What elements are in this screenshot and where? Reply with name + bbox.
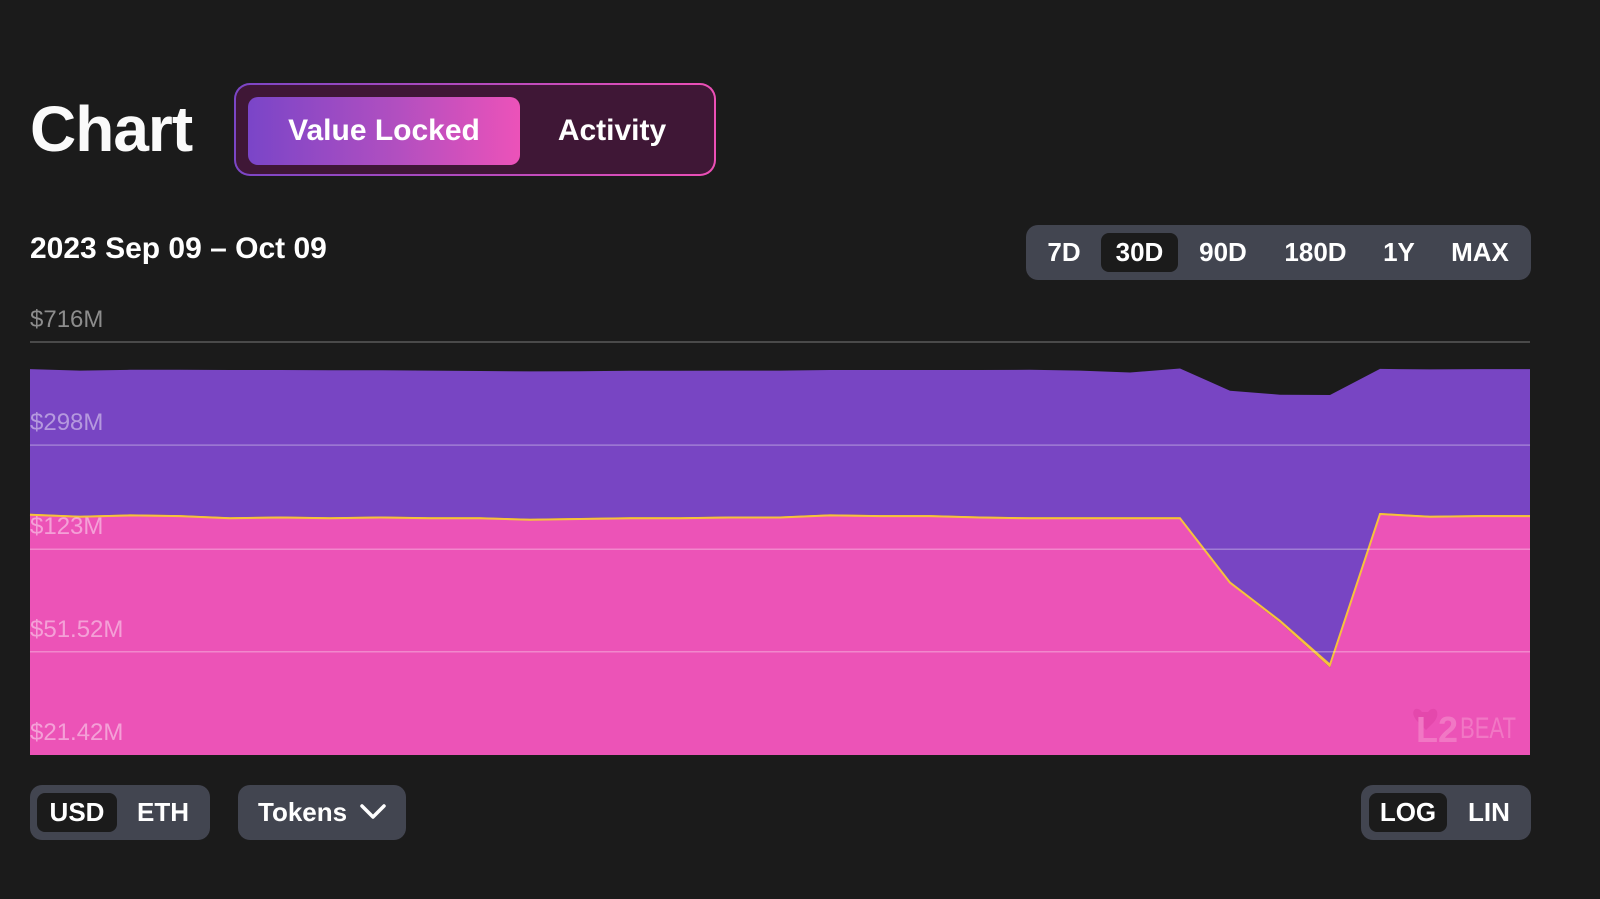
currency-eth[interactable]: ETH bbox=[123, 793, 203, 832]
chevron-down-icon bbox=[360, 804, 386, 819]
time-range-switch: 7D 30D 90D 180D 1Y MAX bbox=[1026, 225, 1531, 280]
tokens-dropdown[interactable]: Tokens bbox=[238, 785, 406, 840]
tab-activity[interactable]: Activity bbox=[526, 97, 698, 165]
tab-value-locked[interactable]: Value Locked bbox=[248, 97, 520, 165]
scale-switch: LOG LIN bbox=[1361, 785, 1531, 840]
range-90d[interactable]: 90D bbox=[1186, 233, 1260, 272]
logo-l2: L2 bbox=[1416, 709, 1458, 750]
currency-switch: USD ETH bbox=[30, 785, 210, 840]
range-180d[interactable]: 180D bbox=[1271, 233, 1360, 272]
chart-type-switch: Value Locked Activity bbox=[234, 83, 716, 176]
date-range: 2023 Sep 09 – Oct 09 bbox=[30, 232, 327, 265]
y-tick-label: $298M bbox=[30, 409, 104, 437]
y-tick-label: $123M bbox=[30, 513, 104, 541]
y-tick-label: $51.52M bbox=[30, 615, 124, 643]
range-1y[interactable]: 1Y bbox=[1371, 233, 1427, 272]
range-30d[interactable]: 30D bbox=[1101, 233, 1178, 272]
scale-lin[interactable]: LIN bbox=[1453, 793, 1525, 832]
scale-log[interactable]: LOG bbox=[1369, 793, 1447, 832]
currency-usd[interactable]: USD bbox=[37, 793, 117, 832]
logo-beat: BEAT bbox=[1460, 712, 1516, 745]
y-tick-label: $21.42M bbox=[30, 719, 124, 746]
y-tick-label: $716M bbox=[30, 306, 104, 333]
tokens-label: Tokens bbox=[258, 797, 348, 827]
chart-area: $716M $298M $123M $51.52M $21.42M bbox=[0, 290, 1600, 770]
l2beat-logo: L2 BEAT bbox=[1413, 708, 1516, 750]
value-locked-chart[interactable] bbox=[0, 290, 1600, 770]
range-7d[interactable]: 7D bbox=[1036, 233, 1092, 272]
range-max[interactable]: MAX bbox=[1438, 233, 1522, 272]
page-title: Chart bbox=[30, 93, 193, 165]
